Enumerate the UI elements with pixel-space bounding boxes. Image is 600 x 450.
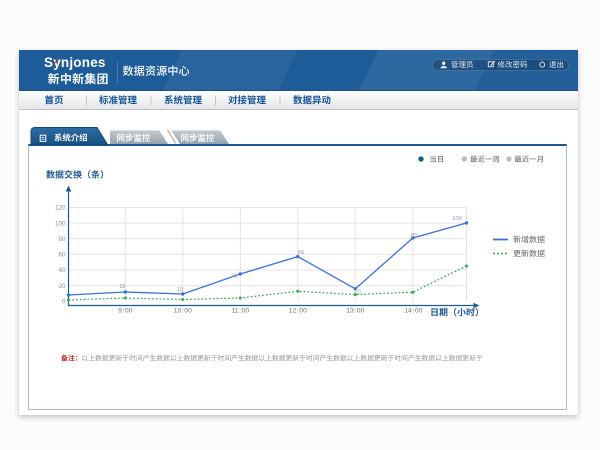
svg-text:18: 18 (119, 284, 125, 290)
svg-text:10: 10 (177, 287, 183, 293)
svg-text:35: 35 (231, 274, 237, 280)
svg-text:20: 20 (58, 283, 66, 290)
svg-text:10 : 00: 10 : 00 (174, 308, 192, 315)
svg-text:100: 100 (55, 220, 66, 227)
svg-text:14 : 00: 14 : 00 (404, 308, 422, 315)
svg-text:60: 60 (58, 252, 66, 259)
svg-text:12 : 00: 12 : 00 (289, 308, 307, 315)
svg-text:0: 0 (62, 299, 66, 306)
svg-text:120: 120 (55, 205, 66, 212)
svg-text:80: 80 (411, 233, 417, 239)
svg-text:40: 40 (58, 267, 66, 274)
svg-text:11 : 00: 11 : 00 (231, 308, 249, 315)
svg-text:9 : 00: 9 : 00 (118, 308, 133, 315)
svg-text:13 : 00: 13 : 00 (346, 308, 364, 315)
svg-text:60: 60 (297, 250, 303, 256)
svg-text:100: 100 (452, 216, 462, 222)
svg-text:80: 80 (58, 236, 66, 243)
svg-text:Synjones: Synjones (44, 55, 106, 70)
svg-text:10: 10 (354, 289, 360, 295)
